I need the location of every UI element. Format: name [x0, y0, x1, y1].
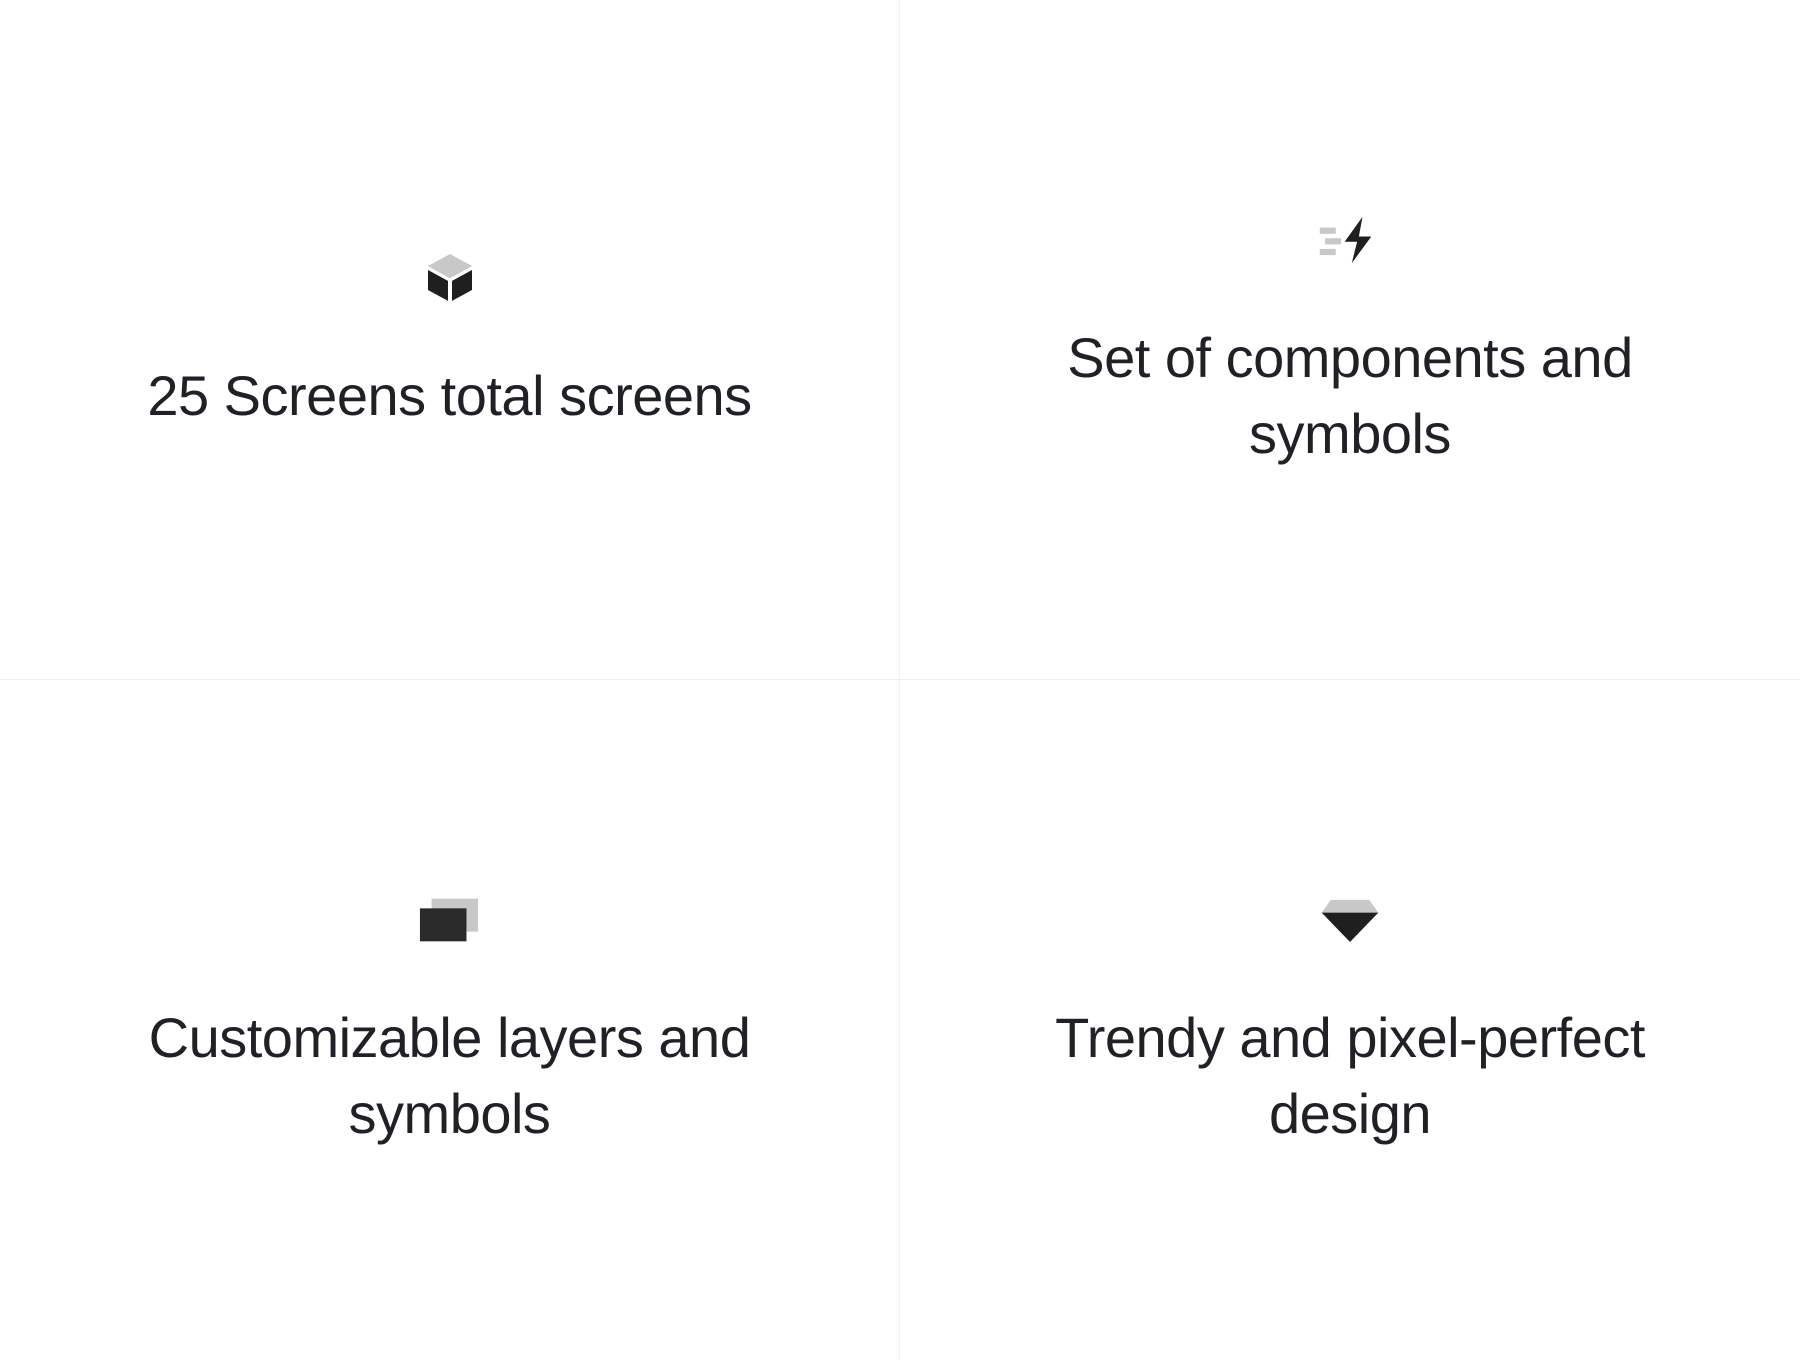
bolt-lines-icon [1318, 208, 1382, 272]
box-icon [418, 246, 482, 310]
feature-title: Set of components and symbols [1040, 320, 1660, 471]
feature-title: Trendy and pixel-perfect design [1040, 1000, 1660, 1151]
feature-grid: 25 Screens total screens Set of componen… [0, 0, 1800, 1360]
feature-title: Customizable layers and symbols [140, 1000, 760, 1151]
feature-card-screens: 25 Screens total screens [0, 0, 900, 680]
feature-card-layers: Customizable layers and symbols [0, 680, 900, 1360]
diamond-icon [1318, 888, 1382, 952]
feature-card-design: Trendy and pixel-perfect design [900, 680, 1800, 1360]
layers-icon [418, 888, 482, 952]
feature-card-components: Set of components and symbols [900, 0, 1800, 680]
feature-title: 25 Screens total screens [147, 358, 751, 434]
